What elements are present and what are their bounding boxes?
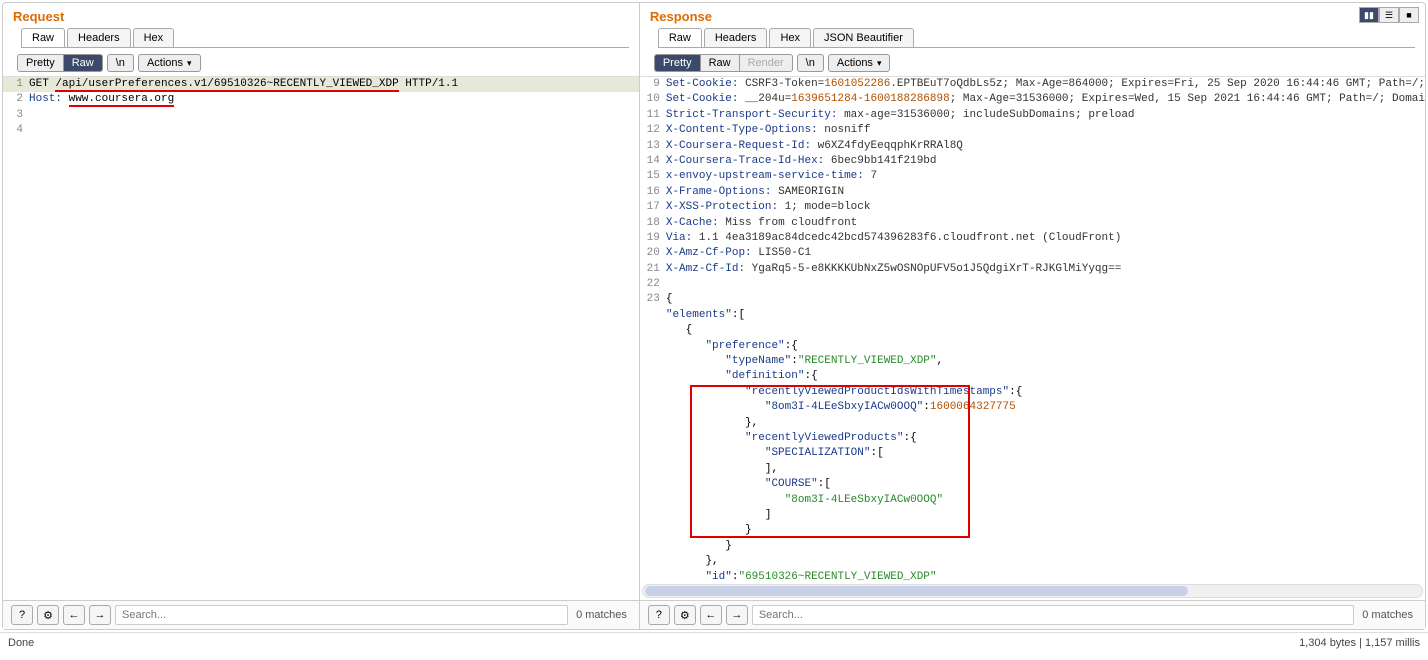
editor-line: 10Set-Cookie: __204u=1639651284-16001882…	[640, 92, 1425, 107]
editor-line: ]	[640, 508, 1425, 523]
editor-line: 21X-Amz-Cf-Id: YgaRq5-5-e8KKKKUbNxZ5wOSN…	[640, 262, 1425, 277]
newline-toggle[interactable]: \n	[107, 54, 134, 72]
editor-line: "8om3I-4LEeSbxyIACw0OOQ"	[640, 493, 1425, 508]
editor-line: 4	[3, 123, 639, 138]
request-panel: Request Raw Headers Hex Pretty Raw \n Ac…	[3, 3, 640, 629]
settings-icon[interactable]: ⚙	[674, 605, 696, 625]
prev-arrow-icon[interactable]: ←	[700, 605, 722, 625]
editor-line: 9Set-Cookie: CSRF3-Token=1601052286.EPTB…	[640, 77, 1425, 92]
response-panel: ▮▮ ☰ ■ Response Raw Headers Hex JSON Bea…	[640, 3, 1425, 629]
editor-line: 11Strict-Transport-Security: max-age=315…	[640, 108, 1425, 123]
editor-line: "definition":{	[640, 369, 1425, 384]
status-bar: Done 1,304 bytes | 1,157 millis	[0, 632, 1428, 652]
editor-line: "COURSE":[	[640, 477, 1425, 492]
editor-line: 22	[640, 277, 1425, 292]
editor-line: 13X-Coursera-Request-Id: w6XZ4fdyEeqqphK…	[640, 139, 1425, 154]
response-tabs: Raw Headers Hex JSON Beautifier	[658, 28, 1415, 48]
editor-line: 23{	[640, 292, 1425, 307]
editor-line: 3	[3, 108, 639, 123]
editor-line: 14X-Coursera-Trace-Id-Hex: 6bec9bb141f21…	[640, 154, 1425, 169]
editor-line: 15x-envoy-upstream-service-time: 7	[640, 169, 1425, 184]
pretty-toggle[interactable]: Pretty	[18, 55, 64, 71]
tab-raw[interactable]: Raw	[21, 28, 65, 47]
editor-line: 16X-Frame-Options: SAMEORIGIN	[640, 185, 1425, 200]
tab-hex[interactable]: Hex	[133, 28, 175, 47]
editor-line: "preference":{	[640, 339, 1425, 354]
request-editor[interactable]: 1GET /api/userPreferences.v1/69510326~RE…	[3, 76, 639, 600]
editor-line: {	[640, 323, 1425, 338]
response-matches: 0 matches	[1358, 609, 1417, 621]
editor-line: },	[640, 416, 1425, 431]
response-search-input[interactable]	[752, 605, 1354, 625]
layout-icons: ▮▮ ☰ ■	[1359, 7, 1419, 23]
editor-line: 19Via: 1.1 4ea3189ac84dcedc42bcd57439628…	[640, 231, 1425, 246]
editor-line: "typeName":"RECENTLY_VIEWED_XDP",	[640, 354, 1425, 369]
request-toolbar: Pretty Raw \n Actions	[3, 48, 639, 76]
split-view-icon[interactable]: ▮▮	[1359, 7, 1379, 23]
actions-dropdown-resp[interactable]: Actions	[828, 54, 891, 72]
editor-line: "recentlyViewedProductIdsWithTimestamps"…	[640, 385, 1425, 400]
editor-line: 20X-Amz-Cf-Pop: LIS50-C1	[640, 246, 1425, 261]
editor-line: "elements":[	[640, 308, 1425, 323]
tab-headers-resp[interactable]: Headers	[704, 28, 768, 47]
editor-line: "SPECIALIZATION":[	[640, 446, 1425, 461]
prev-arrow-icon[interactable]: ←	[63, 605, 85, 625]
tab-headers[interactable]: Headers	[67, 28, 131, 47]
raw-toggle-resp[interactable]: Raw	[701, 55, 740, 71]
editor-line: 18X-Cache: Miss from cloudfront	[640, 216, 1425, 231]
next-arrow-icon[interactable]: →	[89, 605, 111, 625]
help-icon[interactable]: ?	[648, 605, 670, 625]
response-bottom-bar: ? ⚙ ← → 0 matches	[640, 600, 1425, 629]
editor-line: 2Host: www.coursera.org	[3, 92, 639, 107]
request-matches: 0 matches	[572, 609, 631, 621]
actions-dropdown[interactable]: Actions	[138, 54, 201, 72]
editor-line: }	[640, 523, 1425, 538]
editor-line: },	[640, 554, 1425, 569]
response-toolbar: Pretty Raw Render \n Actions	[640, 48, 1425, 76]
editor-line: 1GET /api/userPreferences.v1/69510326~RE…	[3, 77, 639, 92]
stack-view-icon[interactable]: ☰	[1379, 7, 1399, 23]
request-tabs: Raw Headers Hex	[21, 28, 629, 48]
response-title: Response	[650, 9, 712, 24]
tab-json-beautifier[interactable]: JSON Beautifier	[813, 28, 914, 47]
help-icon[interactable]: ?	[11, 605, 33, 625]
status-right: 1,304 bytes | 1,157 millis	[1299, 637, 1420, 649]
tab-raw-resp[interactable]: Raw	[658, 28, 702, 47]
tab-hex-resp[interactable]: Hex	[769, 28, 811, 47]
editor-line: 17X-XSS-Protection: 1; mode=block	[640, 200, 1425, 215]
pretty-toggle-resp[interactable]: Pretty	[655, 55, 701, 71]
single-view-icon[interactable]: ■	[1399, 7, 1419, 23]
editor-line: }	[640, 539, 1425, 554]
chevron-down-icon	[187, 57, 192, 69]
raw-toggle[interactable]: Raw	[64, 55, 102, 71]
chevron-down-icon	[877, 57, 882, 69]
settings-icon[interactable]: ⚙	[37, 605, 59, 625]
request-search-input[interactable]	[115, 605, 568, 625]
next-arrow-icon[interactable]: →	[726, 605, 748, 625]
response-editor[interactable]: 9Set-Cookie: CSRF3-Token=1601052286.EPTB…	[640, 76, 1425, 582]
editor-line: ],	[640, 462, 1425, 477]
render-toggle-resp[interactable]: Render	[740, 55, 792, 71]
editor-line: "id":"69510326~RECENTLY_VIEWED_XDP"	[640, 570, 1425, 583]
status-left: Done	[8, 637, 34, 649]
request-title: Request	[13, 9, 64, 24]
editor-line: "8om3I-4LEeSbxyIACw0OOQ":1600064327775	[640, 400, 1425, 415]
editor-line: 12X-Content-Type-Options: nosniff	[640, 123, 1425, 138]
horizontal-scrollbar[interactable]	[642, 584, 1423, 598]
newline-toggle-resp[interactable]: \n	[797, 54, 824, 72]
editor-line: "recentlyViewedProducts":{	[640, 431, 1425, 446]
request-bottom-bar: ? ⚙ ← → 0 matches	[3, 600, 639, 629]
